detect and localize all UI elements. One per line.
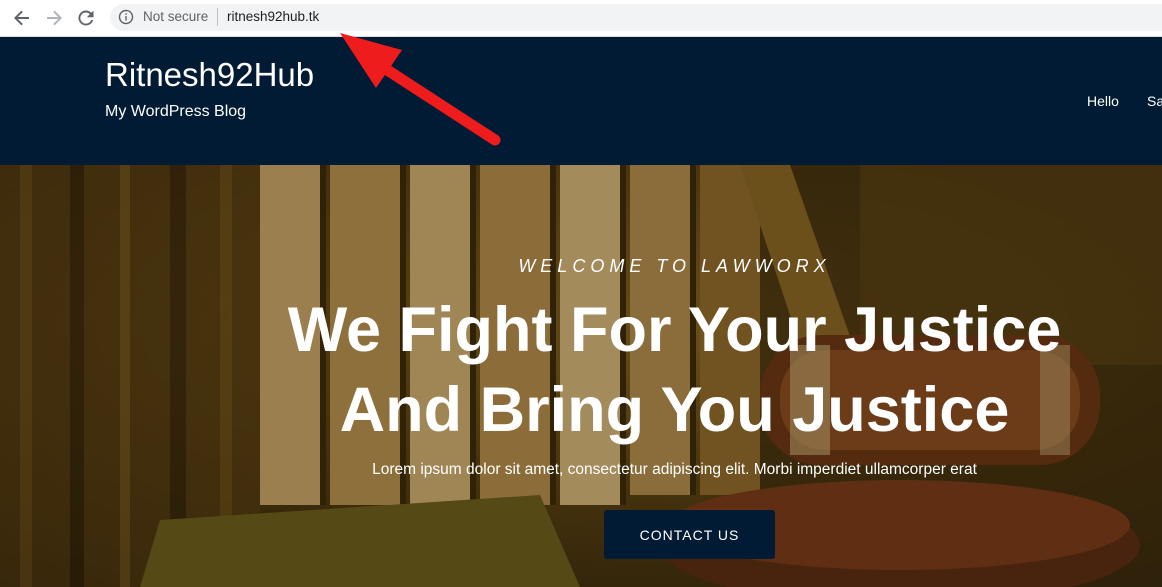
nav-item-sa[interactable]: Sa: [1147, 93, 1162, 109]
back-arrow-icon[interactable]: [10, 6, 34, 30]
site-title[interactable]: Ritnesh92Hub: [105, 57, 314, 93]
security-status[interactable]: Not secure: [143, 9, 208, 24]
info-icon[interactable]: [118, 9, 134, 25]
url-text[interactable]: ritnesh92hub.tk: [227, 9, 319, 24]
nav-item-hello[interactable]: Hello: [1087, 93, 1119, 109]
hero-subtext: Lorem ipsum dolor sit amet, consectetur …: [372, 461, 977, 478]
hero-welcome-text: WELCOME TO LAWWORX: [518, 256, 831, 276]
forward-arrow-icon[interactable]: [42, 6, 66, 30]
url-divider: [217, 8, 218, 26]
hero-headline-line1: We Fight For Your Justice: [287, 295, 1062, 365]
hero-headline: We Fight For Your Justice And Bring You …: [0, 290, 1162, 450]
site-tagline: My WordPress Blog: [105, 103, 247, 120]
contact-us-button[interactable]: CONTACT US: [604, 510, 775, 559]
browser-toolbar: Not secure ritnesh92hub.tk: [0, 0, 1162, 37]
site-header: Ritnesh92Hub My WordPress Blog Hello Sa: [0, 37, 1162, 165]
reload-icon[interactable]: [74, 6, 98, 30]
hero-headline-line2: And Bring You Justice: [339, 375, 1010, 445]
hero-section: WELCOME TO LAWWORX We Fight For Your Jus…: [0, 165, 1162, 587]
